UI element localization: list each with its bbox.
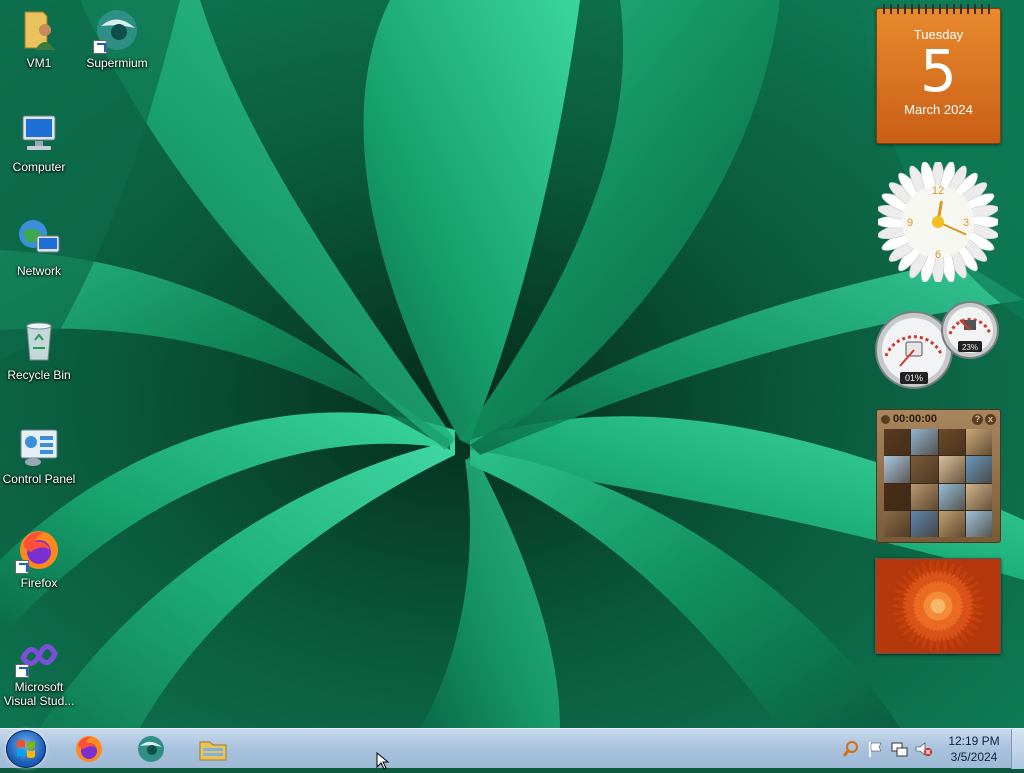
desktop-icon-label: Network [16, 264, 61, 278]
clock-gadget[interactable]: 12 3 6 9 [875, 159, 1001, 285]
taskbar-clock[interactable]: 12:19 PM 3/5/2024 [942, 733, 1006, 765]
puzzle-tile[interactable] [938, 456, 965, 483]
calendar-day: 5 [920, 37, 957, 105]
puzzle-help-button[interactable]: ? [972, 413, 983, 425]
network-icon [15, 214, 63, 262]
desktop-icon-label-line1: Microsoft [14, 680, 64, 694]
desktop-icon-computer[interactable]: Computer [0, 110, 78, 174]
calendar-month-year: March 2024 [904, 102, 973, 117]
calendar-gadget[interactable]: Tuesday 5 March 2024 [876, 4, 1001, 144]
puzzle-header: 00:00:00 ? x [881, 412, 996, 426]
clock-numeral-6: 6 [935, 249, 941, 261]
puzzle-tile[interactable] [911, 456, 938, 483]
clock-numeral-3: 3 [963, 217, 969, 229]
desktop-icon-label: Supermium [86, 56, 148, 70]
desktop-icon-label: Control Panel [2, 472, 76, 486]
puzzle-tile[interactable] [884, 429, 911, 456]
desktop-icon-recycle-bin[interactable]: Recycle Bin [0, 318, 78, 382]
daisy-clock-face: 12 3 6 9 [875, 159, 1001, 285]
taskbar-explorer-button[interactable] [186, 731, 240, 767]
puzzle-tile[interactable] [911, 483, 938, 510]
taskbar-date: 3/5/2024 [950, 750, 998, 764]
taskbar: 12:19 PM 3/5/2024 [0, 728, 1024, 769]
desktop-icon-label: Computer [12, 160, 66, 174]
taskbar-time: 12:19 PM [948, 734, 1000, 748]
computer-icon [15, 110, 63, 158]
puzzle-tile[interactable] [965, 510, 992, 537]
puzzle-close-button[interactable]: x [985, 413, 996, 425]
puzzle-grid[interactable] [884, 429, 992, 537]
cpu-percent: 01% [905, 373, 923, 383]
network-tray-icon[interactable] [890, 740, 908, 758]
desktop-icon-firefox[interactable]: Firefox [0, 526, 78, 590]
taskbar-supermium-button[interactable] [124, 731, 178, 767]
show-desktop-button[interactable] [1011, 729, 1024, 769]
supermium-icon [93, 6, 141, 54]
shortcut-arrow-icon [15, 560, 29, 574]
firefox-icon [76, 736, 102, 762]
action-center-flag-icon[interactable] [866, 740, 884, 758]
recycle-bin-icon [15, 318, 63, 366]
mouse-cursor-icon [376, 752, 390, 770]
puzzle-tile[interactable] [911, 510, 938, 537]
puzzle-timer: 00:00:00 [893, 413, 938, 425]
desktop-icon-label: Microsoft Visual Stud... [0, 680, 78, 708]
supermium-icon [138, 736, 164, 762]
puzzle-tile[interactable] [884, 456, 911, 483]
folder-icon [199, 741, 227, 761]
start-button[interactable] [6, 730, 46, 768]
puzzle-tile[interactable] [911, 429, 938, 456]
desktop-icon-label: Recycle Bin [7, 368, 71, 382]
clock-numeral-12: 12 [932, 185, 944, 197]
picture-puzzle-gadget[interactable]: 00:00:00 ? x [876, 409, 1001, 543]
calendar-rings [883, 4, 994, 14]
puzzle-tile[interactable] [938, 429, 965, 456]
search-icon[interactable] [842, 740, 860, 758]
desktop-icon-label: VM1 [26, 56, 52, 70]
desktop-icon-vm1[interactable]: VM1 [0, 6, 78, 70]
desktop-icon-label: Firefox [20, 576, 58, 590]
puzzle-tile[interactable] [884, 510, 911, 537]
firefox-icon [15, 526, 63, 574]
desktop-icon-control-panel[interactable]: Control Panel [0, 422, 78, 486]
puzzle-tile[interactable] [965, 456, 992, 483]
shortcut-arrow-icon [93, 40, 107, 54]
clock-numeral-9: 9 [907, 217, 913, 229]
cpu-meter-gadget[interactable]: 01% 23% [874, 300, 1000, 392]
slideshow-gadget[interactable] [875, 558, 1001, 654]
puzzle-timer-icon [881, 414, 890, 424]
desktop-icon-network[interactable]: Network [0, 214, 78, 278]
memory-percent: 23% [962, 343, 978, 352]
puzzle-tile[interactable] [938, 510, 965, 537]
puzzle-tile[interactable] [965, 429, 992, 456]
desktop-icon-supermium[interactable]: Supermium [78, 6, 156, 70]
volume-muted-icon[interactable] [914, 740, 932, 758]
visual-studio-icon [15, 630, 63, 678]
taskbar-firefox-button[interactable] [62, 731, 116, 767]
user-folder-icon [15, 6, 63, 54]
desktop-icon-visual-studio[interactable]: Microsoft Visual Stud... [0, 630, 78, 708]
puzzle-tile[interactable] [965, 483, 992, 510]
control-panel-icon [15, 422, 63, 470]
desktop-icon-label-line2: Visual Stud... [3, 694, 75, 708]
puzzle-tile[interactable] [884, 483, 911, 510]
desktop-wallpaper [0, 0, 1024, 728]
windows-logo-icon [17, 740, 35, 758]
puzzle-tile[interactable] [938, 483, 965, 510]
chrysanthemum-photo [876, 559, 1000, 653]
shortcut-arrow-icon [15, 664, 29, 678]
